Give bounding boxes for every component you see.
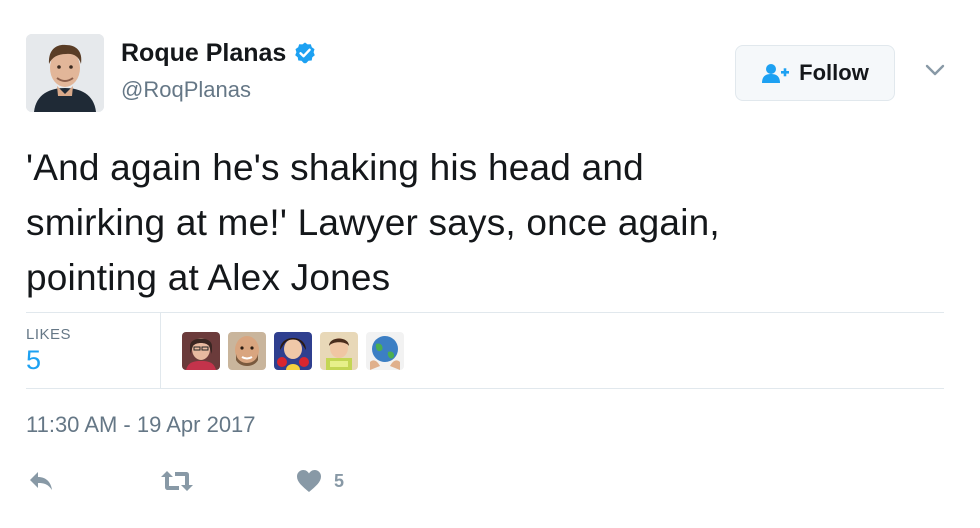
liker-avatar-image bbox=[320, 332, 358, 370]
reply-button[interactable] bbox=[28, 468, 54, 494]
verified-badge-icon bbox=[295, 42, 316, 64]
chevron-down-icon[interactable] bbox=[924, 62, 946, 78]
user-handle[interactable]: @RoqPlanas bbox=[121, 76, 251, 104]
profile-avatar[interactable] bbox=[26, 34, 104, 112]
reply-icon bbox=[30, 472, 52, 490]
liker-avatar[interactable] bbox=[228, 332, 266, 370]
name-row: Roque Planas bbox=[121, 38, 317, 68]
retweet-icon bbox=[161, 471, 193, 491]
liker-avatar-image bbox=[366, 332, 404, 370]
profile-photo bbox=[26, 34, 104, 112]
follow-button-label: Follow bbox=[799, 60, 869, 85]
liker-avatar-image bbox=[182, 332, 220, 370]
liker-avatar-image bbox=[228, 332, 266, 370]
tweet-text-line: smirking at me!' Lawyer says, once again… bbox=[26, 202, 720, 243]
like-button[interactable]: 5 bbox=[296, 468, 344, 494]
follow-person-plus-icon bbox=[762, 64, 790, 83]
liker-avatar-image bbox=[274, 332, 312, 370]
tweet-text-line: pointing at Alex Jones bbox=[26, 257, 391, 298]
likers-list bbox=[182, 332, 412, 370]
like-action-count: 5 bbox=[334, 470, 345, 491]
liker-avatar[interactable] bbox=[320, 332, 358, 370]
divider bbox=[160, 313, 161, 388]
tweet-text: 'And again he's shaking his head and smi… bbox=[26, 140, 946, 305]
follow-button[interactable]: Follow bbox=[735, 45, 895, 101]
liker-avatar[interactable] bbox=[274, 332, 312, 370]
divider bbox=[26, 312, 944, 313]
tweet-text-line: 'And again he's shaking his head and bbox=[26, 147, 644, 188]
divider bbox=[26, 388, 944, 389]
liker-avatar[interactable] bbox=[182, 332, 220, 370]
tweet-card: Roque Planas @RoqPlanas Follow 'And agai… bbox=[0, 0, 980, 528]
retweet-button[interactable] bbox=[160, 468, 194, 494]
likes-count[interactable]: 5 bbox=[26, 345, 41, 376]
likes-label: LIKES bbox=[26, 326, 72, 343]
liker-avatar[interactable] bbox=[366, 332, 404, 370]
tweet-timestamp[interactable]: 11:30 AM - 19 Apr 2017 bbox=[26, 412, 256, 438]
heart-icon bbox=[297, 470, 321, 492]
display-name[interactable]: Roque Planas bbox=[121, 38, 286, 68]
